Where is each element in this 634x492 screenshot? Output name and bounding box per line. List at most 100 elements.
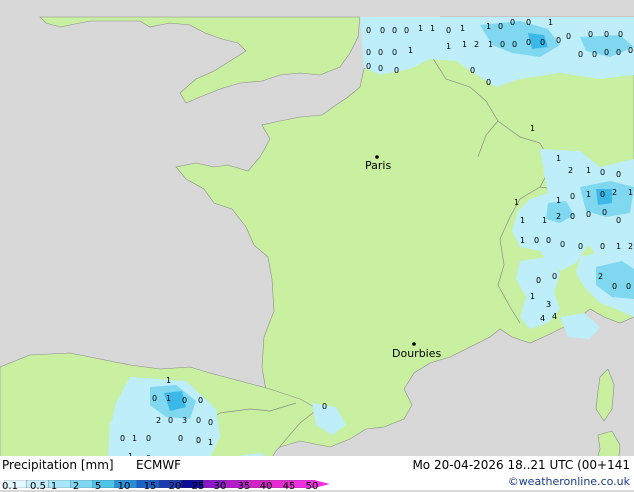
legend-tick-label: 20 [168, 481, 182, 492]
precip-amount-label: 1 [530, 124, 535, 133]
legend-tick-label: 0.5 [30, 481, 46, 492]
precip-amount-label: 0 [366, 48, 371, 57]
precip-amount-label: 1 [628, 188, 633, 197]
precip-amount-label: 0 [322, 402, 327, 411]
precip-amount-label: 1 [514, 198, 519, 207]
valid-time: Mo 20-04-2026 18..21 UTC (00+141 [412, 458, 630, 472]
precip-amount-label: 0 [570, 192, 575, 201]
precip-amount-label: 0 [534, 236, 539, 245]
legend-tick-label: 50 [305, 481, 319, 492]
precip-amount-label: 0 [510, 18, 515, 27]
precip-amount-label: 1 [530, 292, 535, 301]
precip-amount-label: 0 [196, 436, 201, 445]
precip-amount-label: 0 [486, 78, 491, 87]
precip-amount-label: 1 [586, 166, 591, 175]
legend-tick-label: 0.1 [2, 481, 18, 492]
precip-amount-label: 0 [404, 26, 409, 35]
precip-amount-label: 2 [612, 188, 617, 197]
precipitation-title: Precipitation [mm] [2, 458, 114, 472]
precip-amount-label: 3 [546, 300, 551, 309]
precip-amount-label: 0 [470, 66, 475, 75]
precip-amount-label: 0 [612, 282, 617, 291]
footer-bar: Precipitation [mm] ECMWF Mo 20-04-2026 1… [0, 456, 634, 492]
legend-tick-label: 25 [191, 481, 205, 492]
legend-tick-label: 40 [259, 481, 273, 492]
legend-tick-label: 10 [117, 481, 131, 492]
precip-amount-label: 0 [566, 32, 571, 41]
precip-amount-label: 0 [570, 212, 575, 221]
precip-amount-label: 0 [600, 168, 605, 177]
model-name: ECMWF [136, 458, 182, 472]
precip-amount-label: 0 [392, 26, 397, 35]
precip-amount-label: 1 [556, 196, 561, 205]
precip-amount-label: 1 [520, 236, 525, 245]
precip-amount-label: 0 [366, 26, 371, 35]
precip-amount-label: 0 [378, 64, 383, 73]
legend-tick-label: 1 [50, 481, 58, 492]
precip-amount-label: 1 [488, 40, 493, 49]
legend-tick-label: 5 [94, 481, 102, 492]
precip-amount-label: 2 [474, 40, 479, 49]
precip-amount-label: 1 [208, 438, 213, 447]
precip-amount-label: 0 [616, 48, 621, 57]
precip-amount-label: 0 [536, 276, 541, 285]
precip-amount-label: 1 [166, 394, 171, 403]
legend-tick-label: 35 [237, 481, 251, 492]
precip-amount-label: 0 [592, 50, 597, 59]
precip-amount-label: 1 [586, 190, 591, 199]
precip-amount-label: 0 [552, 272, 557, 281]
precip-amount-label: 0 [578, 242, 583, 251]
precip-amount-label: 0 [208, 418, 213, 427]
precip-amount-label: 1 [556, 154, 561, 163]
precip-amount-label: 0 [146, 434, 151, 443]
precip-amount-label: 1 [548, 18, 553, 27]
precip-amount-label: 0 [446, 26, 451, 35]
precip-amount-label: 0 [526, 18, 531, 27]
precip-amount-label: 0 [196, 416, 201, 425]
legend-tick-label: 45 [282, 481, 296, 492]
precip-amount-label: 0 [168, 416, 173, 425]
precip-amount-label: 0 [578, 50, 583, 59]
precip-amount-label: 0 [500, 40, 505, 49]
precip-amount-label: 0 [628, 46, 633, 55]
precip-amount-label: 0 [366, 62, 371, 71]
precip-amount-label: 0 [626, 282, 631, 291]
precip-amount-label: 2 [156, 416, 161, 425]
precip-amount-label: 0 [392, 48, 397, 57]
precip-amount-label: 0 [198, 396, 203, 405]
precip-amount-label: 1 [486, 22, 491, 31]
precip-amount-label: 0 [588, 30, 593, 39]
credit-link[interactable]: ©weatheronline.co.uk [508, 475, 630, 488]
precip-amount-label: 1 [462, 40, 467, 49]
precip-amount-label: 1 [430, 24, 435, 33]
precip-amount-label: 1 [132, 434, 137, 443]
precip-amount-label: 1 [166, 376, 171, 385]
city-dot [412, 342, 416, 346]
precip-amount-label: 4 [552, 312, 557, 321]
precip-amount-label: 0 [182, 396, 187, 405]
precip-amount-label: 1 [542, 216, 547, 225]
precip-amount-label: 2 [556, 212, 561, 221]
precip-amount-label: 1 [520, 216, 525, 225]
precip-amount-label: 1 [408, 46, 413, 55]
precip-amount-label: 0 [556, 36, 561, 45]
precip-amount-label: 2 [598, 272, 603, 281]
precip-amount-label: 0 [586, 210, 591, 219]
precip-amount-label: 0 [512, 40, 517, 49]
precip-amount-label: 0 [600, 190, 605, 199]
precipitation-map: 0 0 0 0 1 1 0 1 1 0 0 0 10 0 0 00 0 0 1 1 1 2 1 0 0 0 0 00 0 0 0 00 0 0 00… [0, 16, 634, 474]
precip-amount-label: 0 [152, 394, 157, 403]
precip-amount-label: 0 [604, 30, 609, 39]
precip-amount-label: 1 [446, 42, 451, 51]
precip-amount-label: 2 [628, 242, 633, 251]
legend-tick-label: 2 [72, 481, 80, 492]
precip-amount-label: 0 [178, 434, 183, 443]
legend-tick-label: 15 [143, 481, 157, 492]
precip-amount-label: 0 [560, 240, 565, 249]
precip-amount-label: 0 [380, 26, 385, 35]
precipitation-legend: 0.1 0.5 1 2 5 10 15 20 25 30 35 40 45 50 [2, 473, 334, 492]
precip-amount-label: 3 [182, 416, 187, 425]
precip-amount-label: 1 [460, 24, 465, 33]
precip-amount-label: 0 [604, 48, 609, 57]
precip-amount-label: 0 [600, 242, 605, 251]
